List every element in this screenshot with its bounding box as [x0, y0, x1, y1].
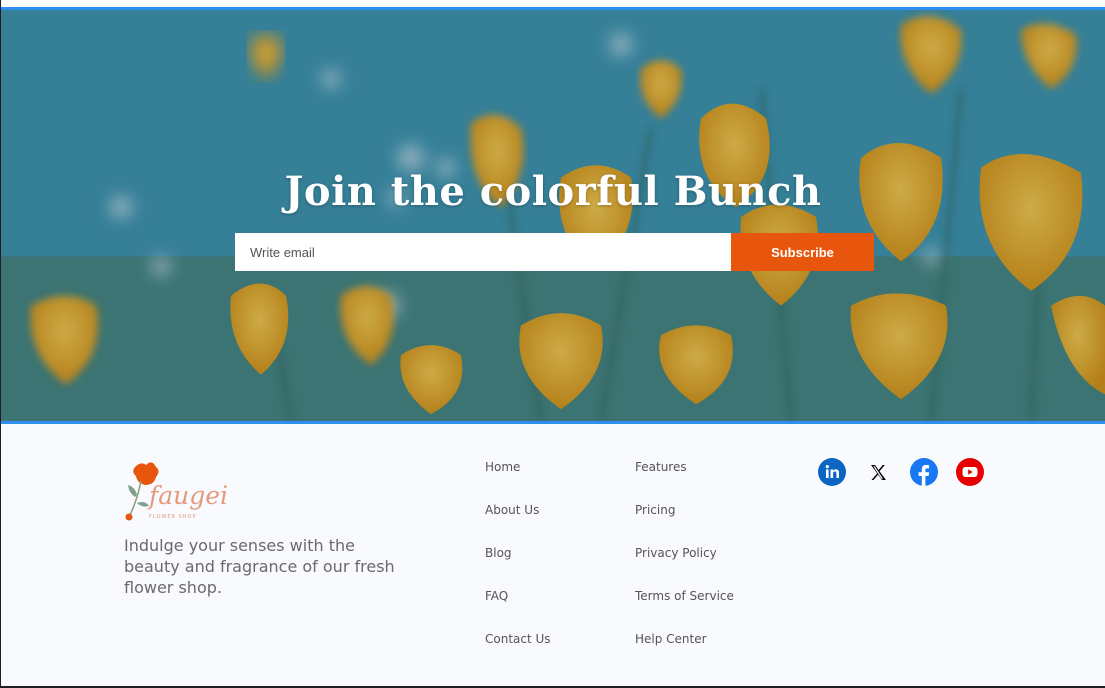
svg-text:faugei: faugei	[147, 481, 228, 510]
footer-link-home[interactable]: Home	[485, 460, 551, 503]
footer-link-faq[interactable]: FAQ	[485, 589, 551, 632]
footer-link-privacy-policy[interactable]: Privacy Policy	[635, 546, 734, 589]
footer-link-help-center[interactable]: Help Center	[635, 632, 734, 675]
footer-links-primary: Home About Us Blog FAQ Contact Us	[485, 460, 551, 675]
email-input[interactable]	[235, 233, 731, 271]
subscribe-form: Subscribe	[235, 233, 874, 271]
footer-links-secondary: Features Pricing Privacy Policy Terms of…	[635, 460, 734, 675]
site-footer: faugei FLOWER SHOP Indulge your senses w…	[1, 424, 1105, 686]
facebook-icon[interactable]	[910, 458, 938, 486]
flower-logo-icon: faugei FLOWER SHOP	[125, 462, 228, 521]
footer-link-features[interactable]: Features	[635, 460, 734, 503]
footer-link-pricing[interactable]: Pricing	[635, 503, 734, 546]
footer-link-contact-us[interactable]: Contact Us	[485, 632, 551, 675]
x-icon[interactable]	[864, 458, 892, 486]
subscribe-button[interactable]: Subscribe	[731, 233, 874, 271]
footer-link-blog[interactable]: Blog	[485, 546, 551, 589]
linkedin-icon[interactable]	[818, 458, 846, 486]
footer-link-terms-of-service[interactable]: Terms of Service	[635, 589, 734, 632]
svg-text:FLOWER SHOP: FLOWER SHOP	[149, 514, 196, 520]
brand-logo[interactable]: faugei FLOWER SHOP	[123, 459, 233, 521]
hero-title: Join the colorful Bunch	[284, 168, 822, 215]
hero-tint	[1, 10, 1105, 421]
newsletter-hero: Join the colorful Bunch Subscribe	[1, 7, 1105, 424]
social-links	[818, 458, 984, 486]
footer-link-about-us[interactable]: About Us	[485, 503, 551, 546]
footer-tagline: Indulge your senses with the beauty and …	[124, 536, 395, 597]
youtube-icon[interactable]	[956, 458, 984, 486]
